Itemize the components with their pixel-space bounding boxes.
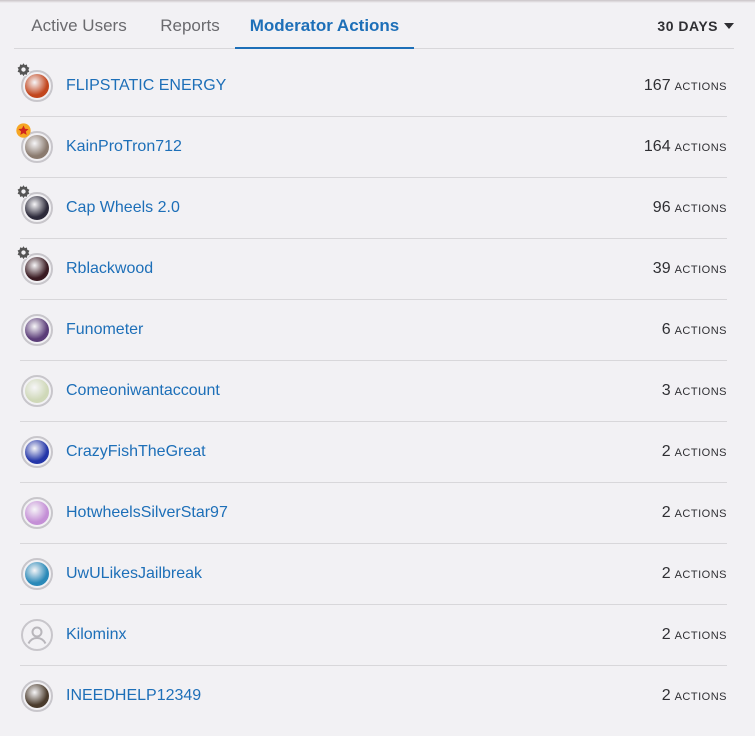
tab-active-users[interactable]: Active Users (26, 6, 132, 48)
action-count-value: 2 (661, 443, 671, 460)
tab-moderator-actions[interactable]: Moderator Actions (235, 6, 414, 49)
action-count: 2 ACTIONS (662, 544, 727, 605)
avatar[interactable] (21, 436, 53, 468)
username-link[interactable]: INEEDHELP12349 (66, 666, 201, 726)
action-count-unit: ACTIONS (674, 386, 727, 398)
username-link[interactable]: Kilominx (66, 605, 126, 665)
action-count-value: 167 (643, 77, 671, 94)
avatar[interactable] (21, 375, 53, 407)
tab-bar: Active Users Reports Moderator Actions 3… (14, 6, 734, 49)
gear-icon (16, 245, 31, 260)
username-link[interactable]: Funometer (66, 300, 143, 360)
avatar[interactable] (21, 314, 53, 346)
action-count-value: 3 (661, 382, 671, 399)
list-item: KainProTron712 164 ACTIONS (16, 117, 727, 178)
action-count-value: 164 (643, 138, 671, 155)
gear-icon (16, 62, 31, 77)
list-item: Funometer 6 ACTIONS (20, 300, 727, 361)
action-count-unit: ACTIONS (674, 691, 727, 703)
list-item: Cap Wheels 2.0 96 ACTIONS (16, 178, 727, 239)
username-link[interactable]: Cap Wheels 2.0 (66, 178, 180, 238)
moderator-actions-list: FLIPSTATIC ENERGY 167 ACTIONS KainProTron71… (16, 56, 727, 726)
list-item: UwULikesJailbreak 2 ACTIONS (20, 544, 727, 605)
top-border (0, 0, 755, 3)
action-count: 6 ACTIONS (662, 300, 727, 361)
action-count: 2 ACTIONS (662, 483, 727, 544)
list-item: INEEDHELP12349 2 ACTIONS (20, 666, 727, 726)
list-item: FLIPSTATIC ENERGY 167 ACTIONS (16, 56, 727, 117)
list-item: HotwheelsSilverStar97 2 ACTIONS (20, 483, 727, 544)
action-count-value: 2 (661, 687, 671, 704)
avatar[interactable] (21, 619, 53, 651)
avatar[interactable] (21, 497, 53, 529)
tab-reports[interactable]: Reports (157, 6, 223, 48)
action-count-value: 2 (661, 504, 671, 521)
username-link[interactable]: FLIPSTATIC ENERGY (66, 56, 226, 116)
action-count-unit: ACTIONS (674, 447, 727, 459)
action-count-value: 2 (661, 626, 671, 643)
list-item: Rblackwood 39 ACTIONS (16, 239, 727, 300)
star-icon (16, 123, 31, 138)
action-count: 2 ACTIONS (662, 605, 727, 666)
action-count: 39 ACTIONS (653, 239, 727, 300)
action-count: 96 ACTIONS (653, 178, 727, 239)
action-count-unit: ACTIONS (674, 569, 727, 581)
chevron-down-icon (724, 23, 734, 29)
list-item: CrazyFishTheGreat 2 ACTIONS (20, 422, 727, 483)
username-link[interactable]: KainProTron712 (66, 117, 182, 177)
list-item: Kilominx 2 ACTIONS (20, 605, 727, 666)
action-count: 2 ACTIONS (662, 666, 727, 727)
action-count-unit: ACTIONS (674, 203, 727, 215)
action-count-unit: ACTIONS (674, 630, 727, 642)
action-count-unit: ACTIONS (674, 264, 727, 276)
date-range-dropdown[interactable]: 30 DAYS (657, 6, 734, 46)
action-count-value: 6 (661, 321, 671, 338)
action-count-unit: ACTIONS (674, 325, 727, 337)
username-link[interactable]: CrazyFishTheGreat (66, 422, 206, 482)
action-count: 167 ACTIONS (644, 56, 727, 117)
date-range-label: 30 DAYS (657, 18, 718, 34)
action-count-value: 39 (652, 260, 671, 277)
person-icon (23, 621, 51, 649)
action-count-unit: ACTIONS (674, 508, 727, 520)
list-item: Comeoniwantaccount 3 ACTIONS (20, 361, 727, 422)
username-link[interactable]: Comeoniwantaccount (66, 361, 220, 421)
action-count-value: 96 (652, 199, 671, 216)
action-count-unit: ACTIONS (674, 81, 727, 93)
action-count-value: 2 (661, 565, 671, 582)
username-link[interactable]: UwULikesJailbreak (66, 544, 202, 604)
action-count: 164 ACTIONS (644, 117, 727, 178)
avatar[interactable] (21, 680, 53, 712)
action-count: 2 ACTIONS (662, 422, 727, 483)
gear-icon (16, 184, 31, 199)
avatar[interactable] (21, 558, 53, 590)
username-link[interactable]: HotwheelsSilverStar97 (66, 483, 228, 543)
action-count: 3 ACTIONS (662, 361, 727, 422)
action-count-unit: ACTIONS (674, 142, 727, 154)
username-link[interactable]: Rblackwood (66, 239, 153, 299)
